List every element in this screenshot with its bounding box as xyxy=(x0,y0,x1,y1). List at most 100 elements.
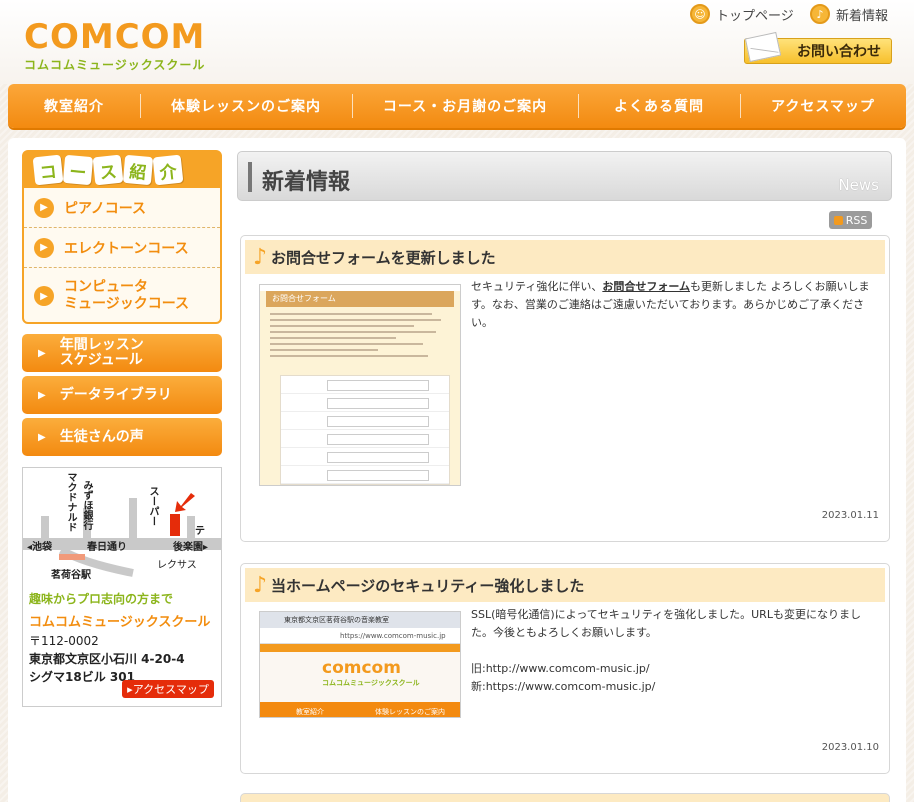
map-label-station: 茗荷谷駅 xyxy=(51,570,91,581)
map-label-ikebukuro: ◂池袋 xyxy=(27,542,53,553)
logo-main-text: COMCOM xyxy=(24,17,206,57)
top-page-label: トップページ xyxy=(716,8,794,24)
triangle-right-icon: ▶ xyxy=(38,431,46,443)
news-title-bar: ♪ お問合せフォームを更新しました xyxy=(245,240,885,274)
course-label: エレクトーンコース xyxy=(64,240,189,257)
rss-icon xyxy=(833,215,843,225)
page-title-bar: 新着情報 News xyxy=(237,151,892,201)
browser-nav: 教室紹介 体験レッスンのご案内 xyxy=(260,702,460,717)
arrow-right-icon: ▶ xyxy=(34,286,54,306)
course-label: コンピュータ ミュージックコース xyxy=(64,279,190,312)
browser-logo: comcom コムコムミュージックスクール xyxy=(322,658,420,688)
course-title-char: ス xyxy=(92,154,124,186)
news-title[interactable]: 当ホームページのセキュリティー強化しました xyxy=(271,575,584,596)
nav-item-faq[interactable]: よくある質問 xyxy=(578,84,740,128)
nav-item-access[interactable]: アクセスマップ xyxy=(740,84,906,128)
news-date: 2023.01.10 xyxy=(821,742,879,753)
logo-sub-text: コムコムミュージックスクール xyxy=(24,58,206,72)
news-title-bar: ♪ 当ホームページのセキュリティー強化しました xyxy=(245,568,885,602)
browser-logo-main: comcom xyxy=(322,658,401,678)
schedule-label: 年間レッスン スケジュール xyxy=(59,337,144,368)
news-body-line: 新:https://www.comcom-music.jp/ xyxy=(471,680,656,693)
form-screenshot: お問合せフォーム xyxy=(260,291,460,485)
news-title[interactable]: お問合せフォームを更新しました xyxy=(271,247,496,268)
form-screenshot-table xyxy=(280,375,450,485)
nav-item-courses[interactable]: コース・お月謝のご案内 xyxy=(352,84,578,128)
course-item-electone[interactable]: ▶ エレクトーンコース xyxy=(24,228,220,268)
student-voice-label: 生徒さんの声 xyxy=(59,428,144,445)
arrow-right-icon: ▶ xyxy=(34,237,54,258)
map-school-name: コムコムミュージックスクール xyxy=(29,615,211,630)
browser-logo-sub: コムコムミュージックスクール xyxy=(322,679,420,687)
page-title: 新着情報 xyxy=(262,170,351,195)
course-title-char: ー xyxy=(62,154,94,186)
home-face-icon: ☺ xyxy=(690,4,710,24)
course-item-piano[interactable]: ▶ ピアノコース xyxy=(24,188,220,228)
site-header: COMCOM コムコムミュージックスクール ☺ トップページ ♪ 新着情報 お問… xyxy=(0,0,914,84)
browser-nav-item: 体験レッスンのご案内 xyxy=(375,708,445,716)
form-screenshot-text xyxy=(270,313,450,357)
course-menu: コ ー ス 紹 介 ▶ ピアノコース ▶ エレクトーンコース ▶ コンピュータ … xyxy=(22,150,222,324)
map-zip: 〒112-0002 xyxy=(29,634,99,648)
site-logo[interactable]: COMCOM コムコムミュージックスクール xyxy=(24,20,205,73)
top-page-link[interactable]: ☺ トップページ xyxy=(690,4,794,24)
news-thumbnail: お問合せフォーム xyxy=(259,284,461,486)
map-label-kasuga: 春日通り xyxy=(87,542,127,553)
access-map-button[interactable]: ▸アクセスマップ xyxy=(122,680,214,698)
course-item-computer-music[interactable]: ▶ コンピュータ ミュージックコース xyxy=(24,268,220,324)
news-item: ♪ お問合せフォームを更新しました お問合せフォーム セキュリティ強化に伴い、お… xyxy=(240,235,890,542)
form-screenshot-header: お問合せフォーム xyxy=(266,291,454,307)
course-title-char: 紹 xyxy=(122,154,154,186)
school-info: 趣味からプロ志向の方まで コムコムミュージックスクール 〒112-0002 東京… xyxy=(29,590,217,686)
news-item: ♪ 当ホームページのセキュリティー強化しました 東京都文京区茗荷谷駅の音楽教室 … xyxy=(240,563,890,774)
news-body: SSL(暗号化通信)によってセキュリティを強化しました。URLも変更になりました… xyxy=(471,606,871,696)
course-title-char: コ xyxy=(32,154,64,186)
data-library-label: データライブラリ xyxy=(59,386,172,403)
main-nav: 教室紹介 体験レッスンのご案内 コース・お月謝のご案内 よくある質問 アクセスマ… xyxy=(8,84,906,128)
page-title-en: News xyxy=(838,176,879,194)
nav-item-classroom[interactable]: 教室紹介 xyxy=(8,84,140,128)
news-body: セキュリティ強化に伴い、お問合せフォームも更新しました よろしくお願いします。な… xyxy=(471,278,871,332)
map-label-mcdonalds: マクドナルド xyxy=(65,472,76,532)
triangle-right-icon: ▶ xyxy=(38,347,46,359)
arrow-right-icon: ▶ xyxy=(34,197,54,218)
news-thumbnail: 東京都文京区茗荷谷駅の音楽教室 https://www.comcom-music… xyxy=(259,611,461,718)
browser-tab: 東京都文京区茗荷谷駅の音楽教室 xyxy=(260,612,460,628)
student-voice-button[interactable]: ▶ 生徒さんの声 xyxy=(22,418,222,456)
schedule-button[interactable]: ▶ 年間レッスン スケジュール xyxy=(22,334,222,372)
browser-url: https://www.comcom-music.jp xyxy=(260,628,460,644)
news-link-label: 新着情報 xyxy=(836,8,889,24)
news-date: 2023.01.11 xyxy=(821,510,879,521)
triangle-right-icon: ▶ xyxy=(38,389,46,401)
title-accent-bar xyxy=(248,162,252,192)
music-note-icon: ♪ xyxy=(253,244,268,270)
news-body-line xyxy=(471,642,871,660)
rss-label: RSS xyxy=(845,213,868,227)
browser-stripe xyxy=(260,644,460,652)
music-note-icon: ♪ xyxy=(253,572,268,598)
course-menu-title: コ ー ス 紹 介 xyxy=(24,152,220,188)
nav-item-trial-lesson[interactable]: 体験レッスンのご案内 xyxy=(140,84,352,128)
news-item-partial xyxy=(240,793,890,802)
data-library-button[interactable]: ▶ データライブラリ xyxy=(22,376,222,414)
map-label-supermarket: スーパー xyxy=(147,486,158,526)
news-body-line: SSL(暗号化通信)によってセキュリティを強化しました。URLも変更になりました… xyxy=(471,608,861,639)
news-link[interactable]: ♪ 新着情報 xyxy=(810,4,888,24)
rss-button[interactable]: RSS xyxy=(829,211,872,229)
contact-form-link[interactable]: お問合せフォーム xyxy=(602,280,690,293)
map-label-lexus: レクサス xyxy=(157,560,197,571)
course-label: ピアノコース xyxy=(64,200,147,217)
news-body-line: 旧:http://www.comcom-music.jp/ xyxy=(471,662,650,675)
access-map[interactable]: マクドナルド みずほ銀行 スーパー テ ◂池袋 春日通り 後楽園▸ レクサス 茗… xyxy=(22,467,222,707)
course-title-char: 介 xyxy=(152,154,184,186)
contact-label: お問い合わせ xyxy=(797,44,881,60)
browser-screenshot: 東京都文京区茗荷谷駅の音楽教室 https://www.comcom-music… xyxy=(260,612,460,717)
music-note-icon: ♪ xyxy=(810,4,830,24)
map-address-1: 東京都文京区小石川 4-20-4 xyxy=(29,652,185,666)
contact-button[interactable]: お問い合わせ xyxy=(744,31,892,64)
news-body-pre: セキュリティ強化に伴い、 xyxy=(471,280,603,293)
map-label-mizuho: みずほ銀行 xyxy=(81,480,92,530)
envelope-icon xyxy=(744,31,782,63)
map-label-te: テ xyxy=(195,526,205,537)
browser-body: comcom コムコムミュージックスクール xyxy=(260,652,460,702)
